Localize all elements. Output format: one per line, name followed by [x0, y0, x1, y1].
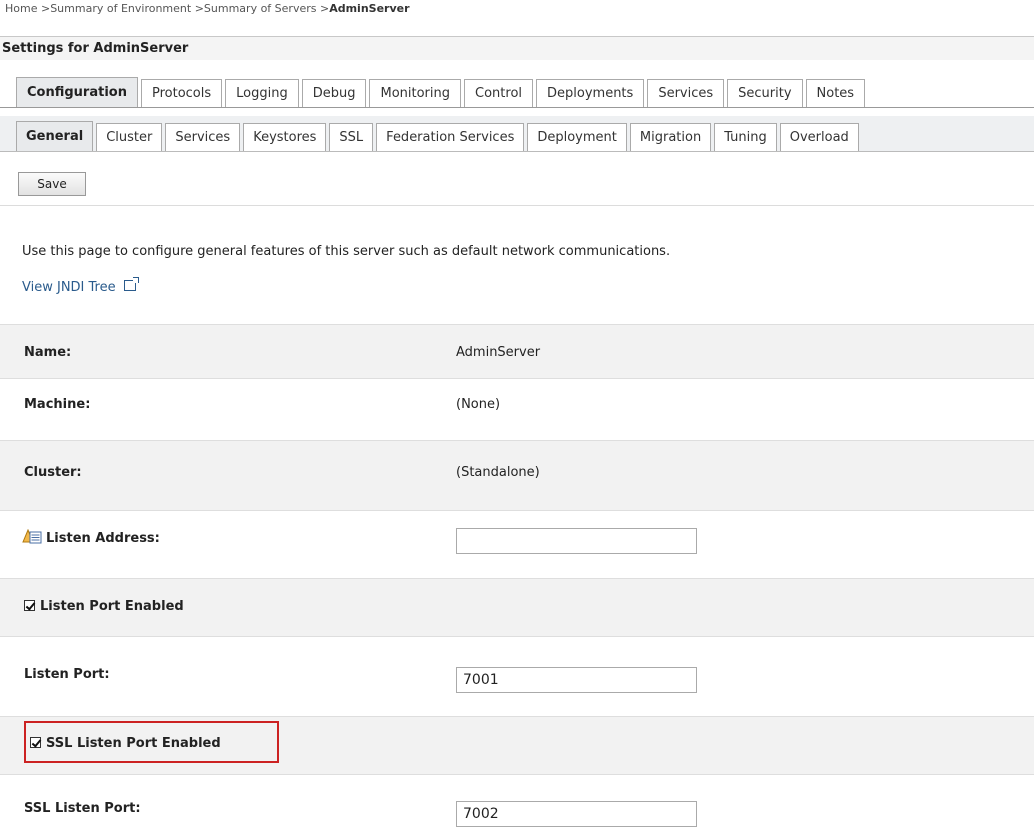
tab-logging[interactable]: Logging	[225, 79, 299, 107]
page-description: Use this page to configure general featu…	[22, 244, 671, 259]
primary-tab-bar: Configuration Protocols Logging Debug Mo…	[0, 76, 1034, 108]
cluster-label: Cluster:	[24, 465, 82, 480]
listen-port-label: Listen Port:	[24, 667, 110, 682]
subtab-services[interactable]: Services	[165, 123, 241, 151]
external-link-icon	[123, 277, 139, 291]
cluster-value: (Standalone)	[456, 465, 540, 480]
listen-address-input[interactable]	[456, 528, 697, 554]
listen-port-enabled-label: Listen Port Enabled	[40, 599, 184, 614]
subtab-overload[interactable]: Overload	[779, 123, 859, 151]
tab-monitoring[interactable]: Monitoring	[369, 79, 462, 107]
machine-label: Machine:	[24, 397, 91, 412]
subtab-general[interactable]: General	[16, 121, 94, 151]
subtab-tuning[interactable]: Tuning	[714, 123, 777, 151]
page-title: Settings for AdminServer	[0, 36, 1034, 60]
subtab-keystores[interactable]: Keystores	[243, 123, 327, 151]
tab-deployments[interactable]: Deployments	[536, 79, 645, 107]
tab-protocols[interactable]: Protocols	[140, 79, 223, 107]
subtab-cluster[interactable]: Cluster	[96, 123, 163, 151]
breadcrumb: Home >Summary of Environment >Summary of…	[5, 2, 410, 15]
breadcrumb-home[interactable]: Home	[5, 2, 37, 15]
breadcrumb-separator: >	[40, 2, 51, 15]
tab-security[interactable]: Security	[727, 79, 803, 107]
config-warning-icon	[22, 528, 42, 545]
tab-control[interactable]: Control	[464, 79, 534, 107]
tab-debug[interactable]: Debug	[301, 79, 367, 107]
name-value: AdminServer	[456, 345, 541, 360]
save-button[interactable]: Save	[18, 172, 86, 196]
listen-address-label: Listen Address:	[46, 531, 160, 546]
divider	[0, 205, 1034, 206]
listen-port-enabled-checkbox[interactable]	[24, 600, 35, 611]
subtab-deployment[interactable]: Deployment	[527, 123, 627, 151]
form-row-listen-address: Listen Address:	[0, 510, 1034, 578]
view-jndi-tree-link[interactable]: View JNDI Tree	[22, 277, 139, 295]
breadcrumb-current: AdminServer	[329, 2, 410, 15]
tab-notes[interactable]: Notes	[805, 79, 866, 107]
listen-port-input[interactable]	[456, 667, 697, 693]
name-label: Name:	[24, 345, 72, 360]
subtab-federation-services[interactable]: Federation Services	[376, 123, 525, 151]
subtab-migration[interactable]: Migration	[629, 123, 712, 151]
highlight-annotation	[24, 721, 279, 763]
form-row-name: Name: AdminServer	[0, 324, 1034, 378]
form-row-listen-port: Listen Port:	[0, 636, 1034, 716]
form-row-cluster: Cluster: (Standalone)	[0, 440, 1034, 510]
breadcrumb-separator: >	[319, 2, 330, 15]
form-row-listen-port-enabled: Listen Port Enabled	[0, 578, 1034, 636]
view-jndi-tree-label: View JNDI Tree	[22, 280, 116, 295]
secondary-tab-bar: General Cluster Services Keystores SSL F…	[0, 116, 1034, 152]
ssl-listen-port-label: SSL Listen Port:	[24, 801, 141, 816]
form-row-machine: Machine: (None)	[0, 378, 1034, 440]
breadcrumb-summary-servers[interactable]: Summary of Servers	[204, 2, 317, 15]
listen-address-label-wrap: Listen Address:	[22, 528, 160, 546]
ssl-listen-port-input[interactable]	[456, 801, 697, 827]
listen-port-enabled-wrap[interactable]: Listen Port Enabled	[24, 599, 184, 614]
breadcrumb-separator: >	[194, 2, 204, 15]
tab-configuration[interactable]: Configuration	[16, 77, 138, 107]
machine-value: (None)	[456, 397, 501, 412]
tab-services[interactable]: Services	[647, 79, 725, 107]
form-row-ssl-listen-port: SSL Listen Port:	[0, 774, 1034, 827]
breadcrumb-summary-environment[interactable]: Summary of Environment	[50, 2, 191, 15]
subtab-ssl[interactable]: SSL	[329, 123, 374, 151]
